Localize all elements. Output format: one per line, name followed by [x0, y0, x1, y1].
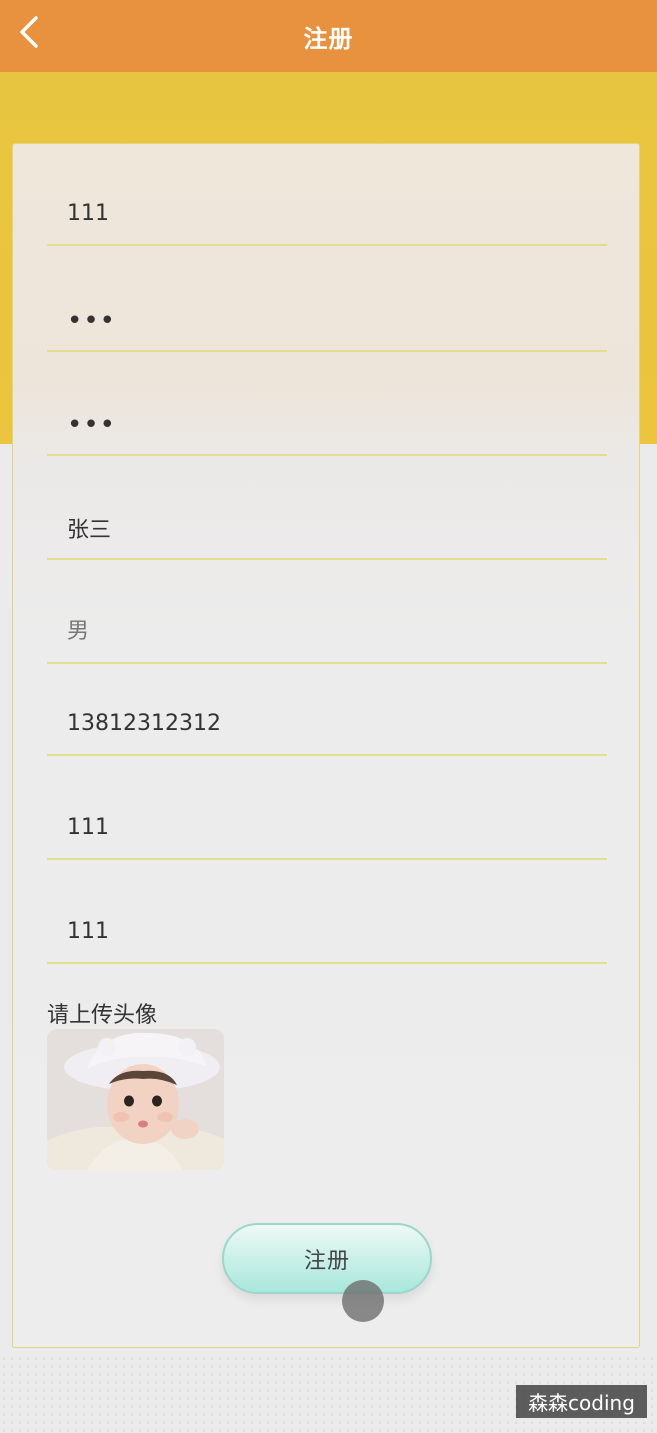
phone-field: [47, 664, 607, 756]
confirm-password-field: [47, 352, 607, 456]
app-header: 注册: [0, 0, 657, 72]
username-input[interactable]: [67, 201, 587, 226]
field-8: [47, 860, 607, 964]
gender-field: [47, 560, 607, 664]
phone-input[interactable]: [67, 711, 587, 736]
password-input[interactable]: [67, 306, 587, 336]
upload-avatar-label: 请上传头像: [47, 1003, 158, 1028]
page-title: 注册: [303, 24, 354, 53]
name-field: [47, 456, 607, 560]
avatar-image: [47, 1029, 224, 1170]
touch-indicator: [342, 1280, 384, 1322]
gender-input[interactable]: [67, 619, 587, 644]
watermark: 森森coding: [516, 1385, 647, 1418]
field-7: [47, 756, 607, 860]
field-7-input[interactable]: [67, 815, 587, 840]
register-form-card: 请上传头像 注册: [12, 143, 640, 1348]
avatar-upload[interactable]: [47, 1029, 224, 1170]
name-input[interactable]: [67, 515, 587, 540]
confirm-password-input[interactable]: [67, 410, 587, 440]
field-8-input[interactable]: [67, 919, 587, 944]
register-button[interactable]: 注册: [222, 1223, 432, 1294]
username-field: [47, 144, 607, 246]
password-field: [47, 246, 607, 352]
